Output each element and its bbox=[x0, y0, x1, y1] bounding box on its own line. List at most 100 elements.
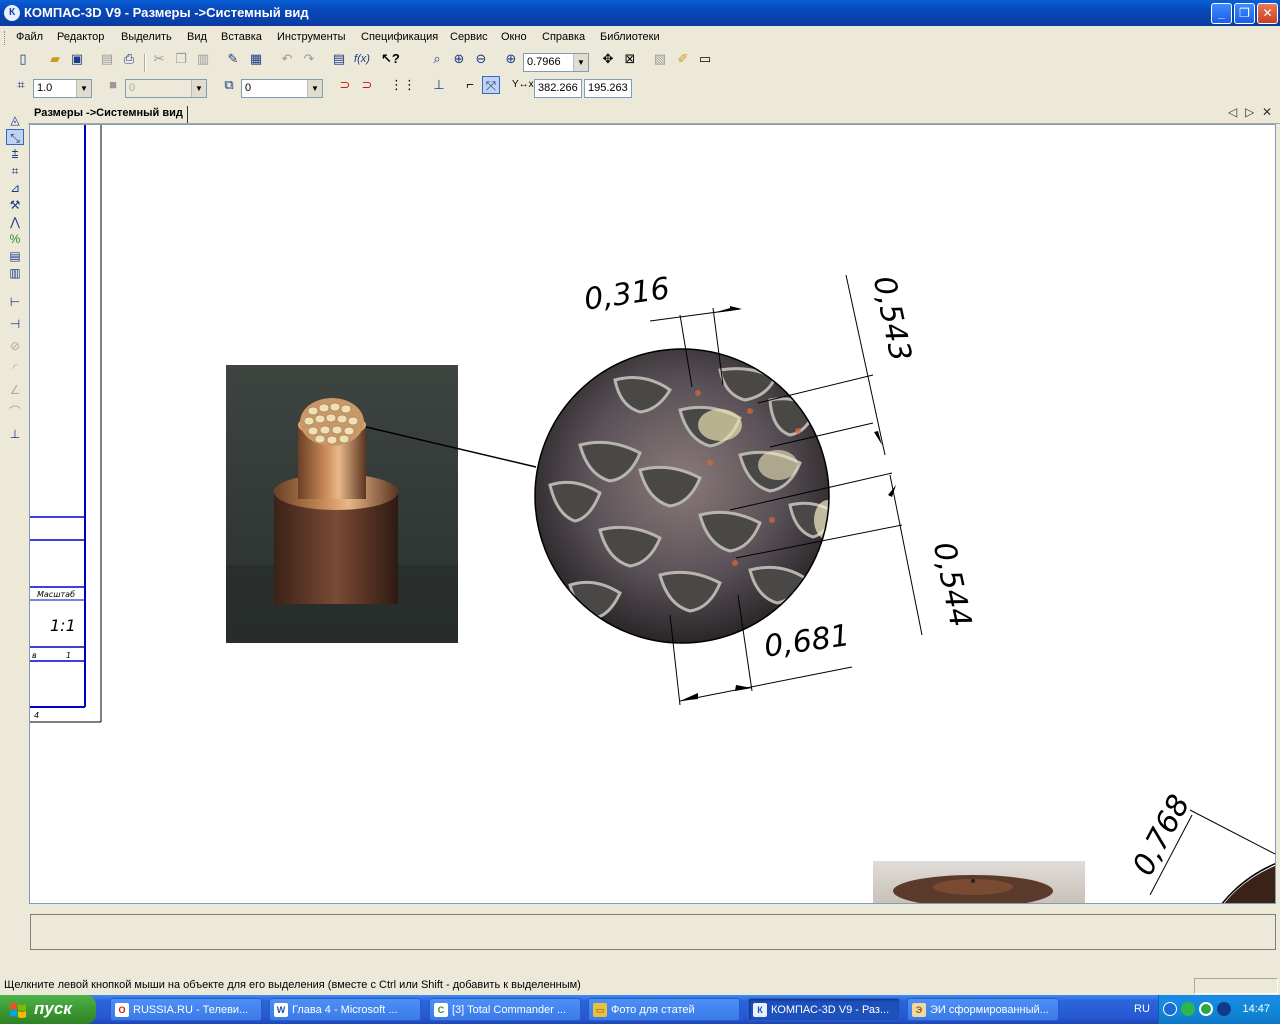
geometry-icon[interactable]: ◬ bbox=[6, 112, 24, 128]
parametrization-icon[interactable]: ⊿ bbox=[6, 180, 24, 196]
task-opera[interactable]: O RUSSIA.RU - Телеви... bbox=[110, 998, 262, 1021]
next-tab-icon[interactable]: ▷ bbox=[1245, 105, 1254, 119]
task-total-commander[interactable]: C [3] Total Commander ... bbox=[429, 998, 581, 1021]
snap-step-icon[interactable]: ⌗ bbox=[12, 76, 30, 94]
variables-icon[interactable]: ▤ bbox=[330, 50, 348, 68]
copy-icon[interactable]: ❐ bbox=[172, 50, 190, 68]
layer-icon[interactable]: ⧉ bbox=[220, 76, 238, 94]
menu-view[interactable]: Вид bbox=[187, 31, 207, 43]
redo-icon[interactable]: ↷ bbox=[300, 50, 318, 68]
context-help-icon[interactable]: ↖? bbox=[381, 50, 400, 68]
dimensions-icon[interactable]: ⤡ bbox=[6, 129, 24, 145]
menu-window[interactable]: Окно bbox=[501, 31, 527, 43]
open-folder-icon[interactable]: ▰ bbox=[46, 50, 64, 68]
print-icon[interactable]: ▤ bbox=[98, 50, 116, 68]
step-combo[interactable]: 1.0 ▼ bbox=[33, 79, 92, 98]
linear-dimension-icon[interactable]: ⊢ bbox=[6, 294, 24, 310]
task-kompas[interactable]: К КОМПАС-3D V9 - Раз... bbox=[748, 998, 900, 1021]
drawing-canvas[interactable]: Масштаб 1:1 в 1 4 0,316 0,543 0,544 0,68… bbox=[29, 124, 1276, 904]
angular-dimension-icon[interactable]: ∠ bbox=[6, 382, 24, 398]
task-folder[interactable]: ▭ Фото для статей bbox=[588, 998, 740, 1021]
document-tab[interactable]: Размеры ->Системный вид bbox=[30, 106, 188, 123]
edit-icon[interactable]: ⌗ bbox=[6, 163, 24, 179]
window-title: КОМПАС-3D V9 - Размеры ->Системный вид bbox=[24, 5, 309, 20]
close-document-icon[interactable]: ✕ bbox=[1262, 105, 1272, 119]
maximize-button[interactable]: ❐ bbox=[1234, 3, 1255, 24]
zoom-in-icon[interactable]: ⊕ bbox=[450, 50, 468, 68]
zoom-scale-icon[interactable]: ⊕ bbox=[502, 50, 520, 68]
task-word[interactable]: W Глава 4 - Microsoft ... bbox=[269, 998, 421, 1021]
grid-icon[interactable]: ⋮⋮ bbox=[390, 76, 416, 94]
drawing-sheet: Масштаб 1:1 в 1 4 bbox=[30, 125, 1275, 896]
symbols-icon[interactable]: ⩲ bbox=[6, 146, 24, 162]
prev-tab-icon[interactable]: ◁ bbox=[1228, 105, 1237, 119]
arc-dimension-icon[interactable]: ⌒ bbox=[6, 404, 24, 420]
print-preview-icon[interactable]: ⎙ bbox=[120, 50, 138, 68]
menu-tools[interactable]: Инструменты bbox=[277, 31, 346, 43]
chevron-down-icon[interactable]: ▼ bbox=[76, 80, 91, 97]
insert-icon[interactable]: ▥ bbox=[6, 265, 24, 281]
new-document-icon[interactable]: ▯ bbox=[14, 50, 32, 68]
menu-bar: Файл Редактор Выделить Вид Вставка Инстр… bbox=[0, 27, 1280, 49]
select-icon[interactable]: ⋀ bbox=[6, 214, 24, 230]
horizontal-dimension-icon[interactable]: ⊣ bbox=[6, 316, 24, 332]
spec-icon[interactable]: % bbox=[6, 231, 24, 247]
tray-network-icon[interactable] bbox=[1199, 1002, 1213, 1016]
orthogonal-mode-icon[interactable]: ⌐ bbox=[461, 76, 479, 94]
save-icon[interactable]: ▣ bbox=[68, 50, 86, 68]
menu-specification[interactable]: Спецификация bbox=[361, 31, 438, 43]
folder-icon: ▭ bbox=[593, 1003, 607, 1017]
height-dimension-icon[interactable]: ⊥ bbox=[6, 426, 24, 442]
kompas-icon: К bbox=[753, 1003, 767, 1017]
menu-insert[interactable]: Вставка bbox=[221, 31, 262, 43]
redraw-icon[interactable]: ▧ bbox=[651, 50, 669, 68]
tray-star-icon[interactable] bbox=[1217, 1002, 1231, 1016]
zoom-combo[interactable]: 0.7966 ▼ bbox=[523, 53, 589, 72]
task-document[interactable]: Э ЭИ сформированный... bbox=[907, 998, 1059, 1021]
document-manager-icon[interactable]: ▦ bbox=[247, 50, 265, 68]
reports-icon[interactable]: ▤ bbox=[6, 248, 24, 264]
menu-file[interactable]: Файл bbox=[16, 31, 43, 43]
start-button[interactable]: пуск bbox=[0, 995, 96, 1024]
show-all-icon[interactable]: ⊠ bbox=[621, 50, 639, 68]
tray-antivirus-icon[interactable] bbox=[1181, 1002, 1195, 1016]
parametric-mode-icon[interactable]: ⤧ bbox=[482, 76, 500, 94]
global-snaps-icon[interactable]: ⊃ bbox=[336, 76, 354, 94]
status-message: Щелкните левой кнопкой мыши на объекте д… bbox=[4, 979, 581, 991]
menu-libraries[interactable]: Библиотеки bbox=[600, 31, 660, 43]
pan-icon[interactable]: ✥ bbox=[599, 50, 617, 68]
document-icon: Э bbox=[912, 1003, 926, 1017]
view-manager-icon[interactable]: ▭ bbox=[696, 50, 714, 68]
language-indicator[interactable]: RU bbox=[1134, 1003, 1150, 1015]
cut-icon[interactable]: ✂ bbox=[150, 50, 168, 68]
zoom-window-icon[interactable]: ⌕ bbox=[428, 50, 446, 68]
local-snap-icon[interactable]: ⊃ bbox=[358, 76, 376, 94]
document-tab-bar: Размеры ->Системный вид ◁ ▷ ✕ bbox=[28, 104, 1280, 124]
coord-y-field[interactable]: 195.263 bbox=[584, 79, 632, 98]
close-button[interactable]: ✕ bbox=[1257, 3, 1278, 24]
menu-help[interactable]: Справка bbox=[542, 31, 585, 43]
paste-icon[interactable]: ▥ bbox=[194, 50, 212, 68]
diameter-dimension-icon[interactable]: ⊘ bbox=[6, 338, 24, 354]
menu-select[interactable]: Выделить bbox=[121, 31, 172, 43]
minimize-button[interactable]: _ bbox=[1211, 3, 1232, 24]
undo-icon[interactable]: ↶ bbox=[278, 50, 296, 68]
pin-photo bbox=[226, 365, 458, 643]
title-block-scale-label: Масштаб bbox=[37, 590, 75, 599]
local-cs-icon[interactable]: ⊥ bbox=[430, 76, 448, 94]
layer-combo[interactable]: 0 ▼ bbox=[241, 79, 323, 98]
chevron-down-icon[interactable]: ▼ bbox=[307, 80, 322, 97]
radial-dimension-icon[interactable]: ◜ bbox=[6, 360, 24, 376]
zoom-out-icon[interactable]: ⊖ bbox=[472, 50, 490, 68]
coord-x-field[interactable]: 382.266 bbox=[534, 79, 582, 98]
measure-icon[interactable]: ⚒ bbox=[6, 197, 24, 213]
tray-arrow-icon[interactable] bbox=[1163, 1002, 1177, 1016]
chevron-down-icon[interactable]: ▼ bbox=[573, 54, 588, 71]
menu-editor[interactable]: Редактор bbox=[57, 31, 104, 43]
second-photo-partial bbox=[873, 861, 1275, 903]
function-icon[interactable]: f(x) bbox=[351, 50, 373, 68]
title-block-corner-number: 4 bbox=[34, 711, 39, 720]
menu-service[interactable]: Сервис bbox=[450, 31, 488, 43]
cleanup-icon[interactable]: ✐ bbox=[674, 50, 692, 68]
properties-brush-icon[interactable]: ✎ bbox=[224, 50, 242, 68]
